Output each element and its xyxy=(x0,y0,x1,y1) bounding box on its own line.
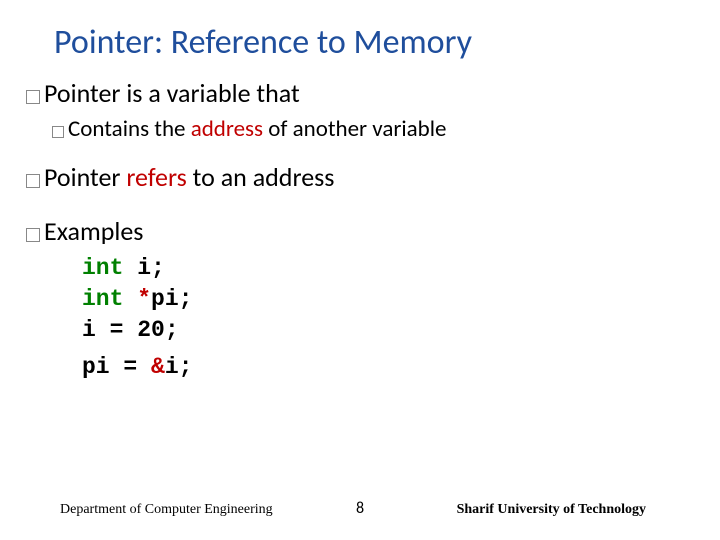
bullet-marker-icon xyxy=(52,126,64,138)
code-operator: & xyxy=(151,354,165,380)
code-keyword: int xyxy=(82,286,123,312)
footer-department: Department of Computer Engineering xyxy=(60,502,273,518)
highlight-text: address xyxy=(191,115,263,143)
code-line: int i; xyxy=(82,253,694,284)
bullet-marker-icon xyxy=(26,90,40,104)
bullet-text: Examples xyxy=(44,215,143,247)
bullet-marker-icon xyxy=(26,174,40,188)
bullet-level1: Pointer refers to an address xyxy=(26,161,694,193)
bullet-text: Contains the address of another variable xyxy=(68,115,446,143)
code-text: i = 20; xyxy=(82,317,179,343)
text-fragment: to an address xyxy=(187,161,335,193)
text-fragment: of another variable xyxy=(263,115,446,143)
bullet-level1: Pointer is a variable that xyxy=(26,77,694,109)
page-number: 8 xyxy=(356,499,364,518)
code-example: int i; int *pi; i = 20; pi = &i; xyxy=(82,253,694,383)
bullet-text: Pointer is a variable that xyxy=(44,77,300,109)
code-text: pi; xyxy=(151,286,192,312)
text-fragment: Contains the xyxy=(68,115,191,143)
code-operator: * xyxy=(123,286,151,312)
code-text: i; xyxy=(123,255,164,281)
code-line: int *pi; xyxy=(82,284,694,315)
footer-university: Sharif University of Technology xyxy=(457,502,646,518)
bullet-text: Pointer refers to an address xyxy=(44,161,334,193)
code-keyword: int xyxy=(82,255,123,281)
highlight-text: refers xyxy=(126,161,186,193)
slide-content: Pointer is a variable that Contains the … xyxy=(0,77,720,383)
bullet-level1: Examples xyxy=(26,215,694,247)
bullet-marker-icon xyxy=(26,228,40,242)
code-text: i; xyxy=(165,354,193,380)
code-text: pi = xyxy=(82,354,151,380)
code-line: i = 20; xyxy=(82,315,694,346)
slide-title: Pointer: Reference to Memory xyxy=(0,0,720,77)
text-fragment: Pointer xyxy=(44,161,126,193)
bullet-level2: Contains the address of another variable xyxy=(52,115,694,143)
code-line: pi = &i; xyxy=(82,352,694,383)
